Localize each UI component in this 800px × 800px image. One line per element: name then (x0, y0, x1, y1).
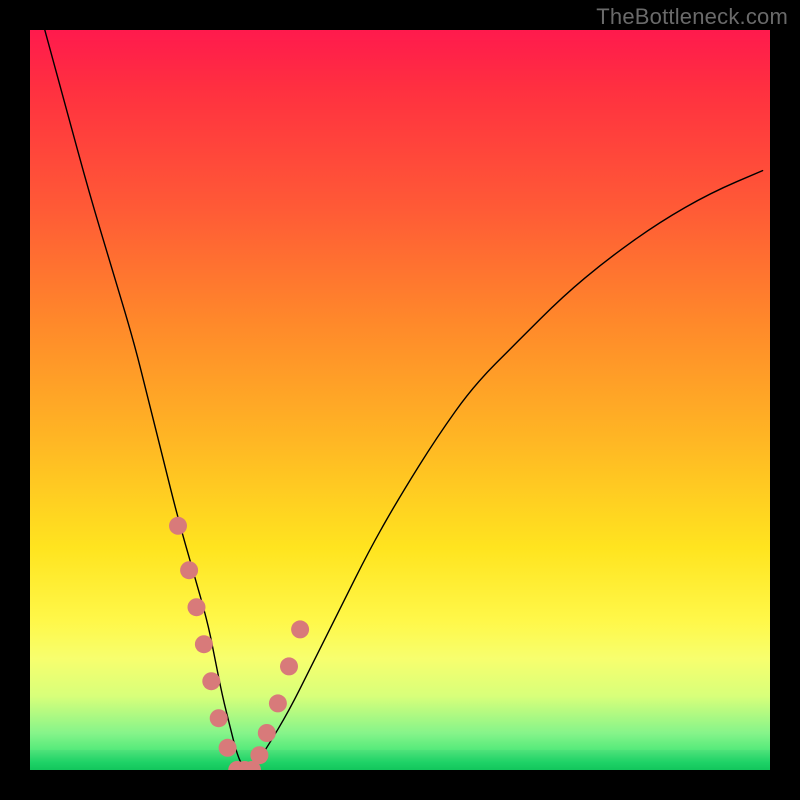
sample-dot (250, 746, 268, 764)
sample-dots-group (169, 517, 309, 770)
sample-dot (180, 561, 198, 579)
bottleneck-curve (45, 30, 763, 770)
chart-overlay (30, 30, 770, 770)
sample-dot (210, 709, 228, 727)
sample-dot (280, 657, 298, 675)
sample-dot (188, 598, 206, 616)
chart-stage: TheBottleneck.com (0, 0, 800, 800)
plot-area (30, 30, 770, 770)
sample-dot (291, 620, 309, 638)
watermark-text: TheBottleneck.com (596, 4, 788, 30)
sample-dot (202, 672, 220, 690)
sample-dot (269, 694, 287, 712)
sample-dot (258, 724, 276, 742)
sample-dot (219, 739, 237, 757)
sample-dot (195, 635, 213, 653)
sample-dot (169, 517, 187, 535)
